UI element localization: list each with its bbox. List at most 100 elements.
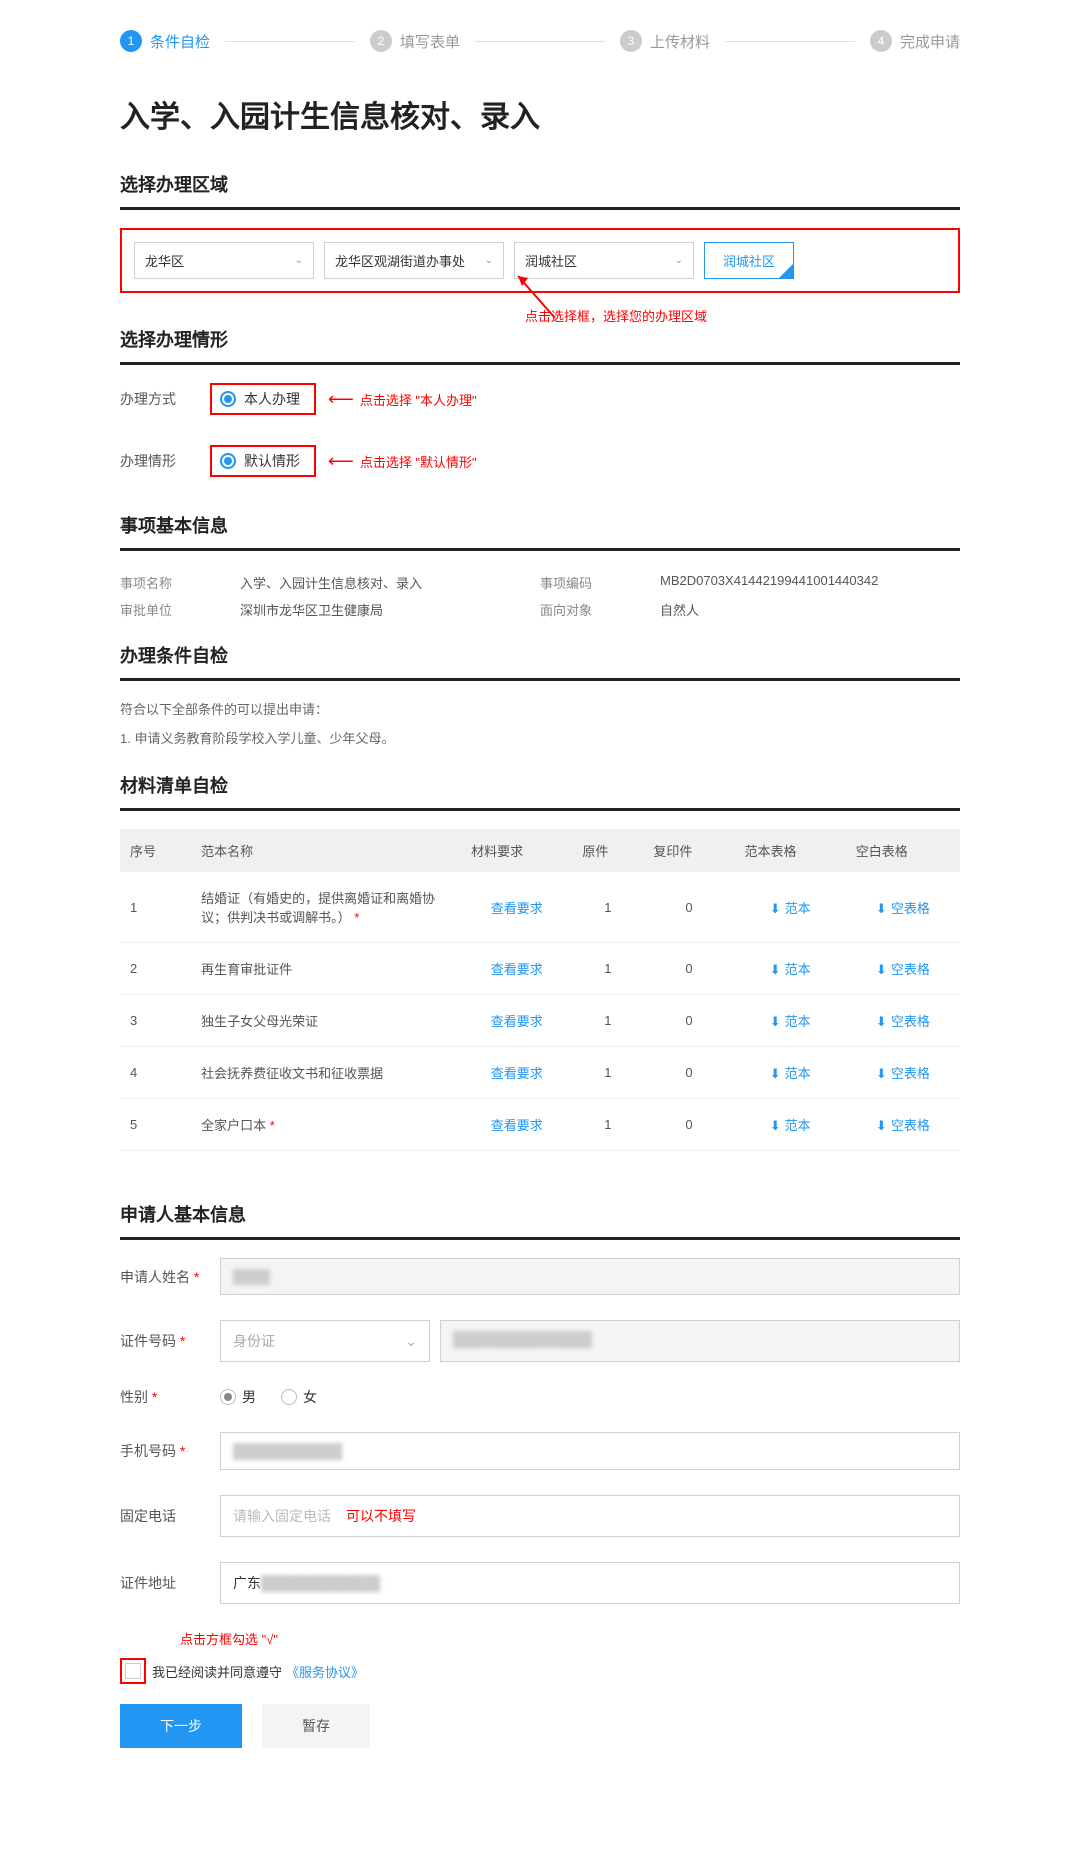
radio-label: 本人办理 bbox=[244, 389, 300, 409]
step-label: 条件自检 bbox=[150, 31, 210, 52]
id-number-input[interactable]: ██████████████ bbox=[440, 1320, 960, 1362]
blank-download-link[interactable]: ⬇空表格 bbox=[876, 1118, 930, 1133]
cell-copy: 0 bbox=[643, 995, 734, 1047]
download-icon: ⬇ bbox=[876, 1118, 887, 1134]
radio-icon bbox=[220, 1389, 236, 1405]
cell-seq: 3 bbox=[120, 995, 191, 1047]
cell-copy: 0 bbox=[643, 1047, 734, 1099]
col-orig: 原件 bbox=[572, 829, 643, 872]
blank-download-link[interactable]: ⬇空表格 bbox=[876, 962, 930, 977]
condition-item: 1. 申请义务教育阶段学校入学儿童、少年父母。 bbox=[120, 728, 960, 747]
community-select[interactable]: 润城社区 ⌄ bbox=[514, 242, 694, 279]
gender-male-radio[interactable]: 男 bbox=[220, 1387, 256, 1407]
district-select[interactable]: 龙华区 ⌄ bbox=[134, 242, 314, 279]
step-number-icon: 2 bbox=[370, 30, 392, 52]
applicant-name-input[interactable]: ████ bbox=[220, 1258, 960, 1295]
basic-info-grid: 事项名称 入学、入园计生信息核对、录入 事项编码 MB2D0703X414421… bbox=[120, 569, 960, 642]
arrow-left-icon: ⟵ bbox=[328, 389, 354, 410]
save-draft-button[interactable]: 暂存 bbox=[262, 1704, 370, 1748]
cell-name: 独生子女父母光荣证 bbox=[191, 995, 461, 1047]
step-2: 2 填写表单 bbox=[370, 30, 460, 52]
street-select[interactable]: 龙华区观湖街道办事处 ⌄ bbox=[324, 242, 504, 279]
conditions-intro: 符合以下全部条件的可以提出申请： bbox=[120, 699, 960, 718]
method-label: 办理方式 bbox=[120, 389, 210, 409]
cell-orig: 1 bbox=[572, 872, 643, 943]
tel-placeholder: 请输入固定电话 bbox=[233, 1506, 331, 1526]
method-radio-self[interactable]: 本人办理 bbox=[210, 383, 316, 415]
gender-female-label: 女 bbox=[303, 1387, 317, 1407]
tel-input[interactable]: 请输入固定电话 可以不填写 bbox=[220, 1495, 960, 1537]
info-name-value: 入学、入园计生信息核对、录入 bbox=[240, 573, 520, 592]
address-input[interactable]: 广东████████████ bbox=[220, 1562, 960, 1604]
sample-download-link[interactable]: ⬇范本 bbox=[770, 901, 811, 916]
info-target-label: 面向对象 bbox=[540, 600, 660, 619]
agree-checkbox[interactable] bbox=[125, 1663, 141, 1679]
select-value: 龙华区观湖街道办事处 bbox=[335, 251, 465, 270]
view-requirement-link[interactable]: 查看要求 bbox=[491, 962, 543, 977]
view-requirement-link[interactable]: 查看要求 bbox=[491, 1014, 543, 1029]
step-number-icon: 1 bbox=[120, 30, 142, 52]
sample-download-link[interactable]: ⬇范本 bbox=[770, 1014, 811, 1029]
chevron-down-icon: ⌄ bbox=[405, 1333, 417, 1350]
blank-download-link[interactable]: ⬇空表格 bbox=[876, 1014, 930, 1029]
view-requirement-link[interactable]: 查看要求 bbox=[491, 1118, 543, 1133]
info-code-label: 事项编码 bbox=[540, 573, 660, 592]
service-agreement-link[interactable]: 《服务协议》 bbox=[286, 1662, 364, 1681]
section-conditions-title: 办理条件自检 bbox=[120, 642, 960, 681]
table-row: 2再生育审批证件查看要求10⬇范本⬇空表格 bbox=[120, 943, 960, 995]
cell-orig: 1 bbox=[572, 1047, 643, 1099]
chevron-down-icon: ⌄ bbox=[485, 255, 493, 266]
region-annotation: 点击选择框，选择您的办理区域 bbox=[525, 306, 707, 325]
download-icon: ⬇ bbox=[770, 962, 781, 978]
phone-input[interactable]: ███████████ bbox=[220, 1432, 960, 1470]
scenario-label: 办理情形 bbox=[120, 451, 210, 471]
tel-label: 固定电话 bbox=[120, 1506, 220, 1526]
scenario-radio-default[interactable]: 默认情形 bbox=[210, 445, 316, 477]
select-value: 润城社区 bbox=[525, 251, 577, 270]
blank-download-link[interactable]: ⬇空表格 bbox=[876, 901, 930, 916]
radio-icon bbox=[220, 391, 236, 407]
download-icon: ⬇ bbox=[770, 1066, 781, 1082]
page-title: 入学、入园计生信息核对、录入 bbox=[120, 92, 960, 136]
section-situation-title: 选择办理情形 bbox=[120, 326, 960, 365]
select-value: 龙华区 bbox=[145, 251, 184, 270]
download-icon: ⬇ bbox=[770, 1118, 781, 1134]
next-button[interactable]: 下一步 bbox=[120, 1704, 242, 1748]
table-row: 1结婚证（有婚史的，提供离婚证和离婚协议；供判决书或调解书。） *查看要求10⬇… bbox=[120, 872, 960, 943]
step-number-icon: 4 bbox=[870, 30, 892, 52]
cell-copy: 0 bbox=[643, 872, 734, 943]
info-code-value: MB2D0703X41442199441001440342 bbox=[660, 573, 940, 592]
info-dept-label: 审批单位 bbox=[120, 600, 240, 619]
col-sample: 范本表格 bbox=[735, 829, 846, 872]
sample-download-link[interactable]: ⬇范本 bbox=[770, 1066, 811, 1081]
cell-orig: 1 bbox=[572, 995, 643, 1047]
section-region-title: 选择办理区域 bbox=[120, 171, 960, 210]
region-confirm-tag[interactable]: 润城社区 bbox=[704, 242, 794, 279]
download-icon: ⬇ bbox=[770, 901, 781, 917]
address-value: 广东 bbox=[233, 1573, 261, 1593]
sample-download-link[interactable]: ⬇范本 bbox=[770, 1118, 811, 1133]
cell-name: 再生育审批证件 bbox=[191, 943, 461, 995]
id-type-select[interactable]: 身份证 ⌄ bbox=[220, 1320, 430, 1362]
table-row: 4社会抚养费征收文书和征收票据查看要求10⬇范本⬇空表格 bbox=[120, 1047, 960, 1099]
gender-female-radio[interactable]: 女 bbox=[281, 1387, 317, 1407]
blank-download-link[interactable]: ⬇空表格 bbox=[876, 1066, 930, 1081]
view-requirement-link[interactable]: 查看要求 bbox=[491, 901, 543, 916]
table-row: 5全家户口本 *查看要求10⬇范本⬇空表格 bbox=[120, 1099, 960, 1151]
cell-copy: 0 bbox=[643, 943, 734, 995]
radio-icon bbox=[281, 1389, 297, 1405]
col-name: 范本名称 bbox=[191, 829, 461, 872]
view-requirement-link[interactable]: 查看要求 bbox=[491, 1066, 543, 1081]
agree-checkbox-highlight bbox=[120, 1658, 146, 1684]
sample-download-link[interactable]: ⬇范本 bbox=[770, 962, 811, 977]
download-icon: ⬇ bbox=[876, 962, 887, 978]
materials-table: 序号 范本名称 材料要求 原件 复印件 范本表格 空白表格 1结婚证（有婚史的，… bbox=[120, 829, 960, 1151]
col-copy: 复印件 bbox=[643, 829, 734, 872]
cell-orig: 1 bbox=[572, 943, 643, 995]
radio-icon bbox=[220, 453, 236, 469]
radio-label: 默认情形 bbox=[244, 451, 300, 471]
step-3: 3 上传材料 bbox=[620, 30, 710, 52]
region-select-group: 龙华区 ⌄ 龙华区观湖街道办事处 ⌄ 润城社区 ⌄ 润城社区 bbox=[120, 228, 960, 293]
cell-name: 结婚证（有婚史的，提供离婚证和离婚协议；供判决书或调解书。） * bbox=[191, 872, 461, 943]
section-basic-title: 事项基本信息 bbox=[120, 512, 960, 551]
